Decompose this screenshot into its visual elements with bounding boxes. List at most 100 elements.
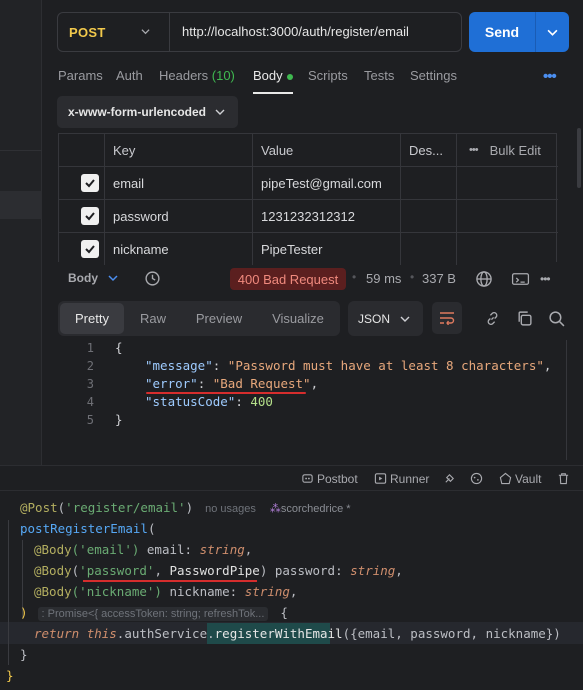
- tab-tests[interactable]: Tests: [364, 68, 394, 88]
- more-options-icon[interactable]: •••: [543, 68, 557, 85]
- pipe-class: PasswordPipe: [169, 563, 260, 578]
- chevron-down-icon[interactable]: [108, 273, 118, 283]
- row-key[interactable]: email: [105, 167, 253, 199]
- json-line-message: "message": "Password must have at least …: [145, 358, 552, 373]
- row-checkbox[interactable]: [81, 174, 99, 192]
- checkmark-icon: [85, 179, 95, 188]
- author-icon: ⁂: [269, 503, 281, 515]
- globe-icon[interactable]: [475, 270, 493, 288]
- table-row: nickname PipeTester: [59, 232, 558, 265]
- trash-icon[interactable]: [557, 472, 570, 485]
- code-string: ('nickname'): [71, 584, 162, 599]
- runner-button[interactable]: Runner: [390, 472, 429, 486]
- view-visualize[interactable]: Visualize: [262, 301, 334, 336]
- search-icon[interactable]: [548, 310, 565, 327]
- code-string: 'password': [79, 563, 155, 578]
- tab-headers[interactable]: Headers (10): [159, 68, 235, 88]
- line-number: 3: [86, 377, 94, 391]
- json-number: 400: [250, 394, 273, 409]
- author-hint[interactable]: ⁂scorchedrice *: [270, 503, 351, 515]
- code-punct: ,: [395, 563, 403, 578]
- postbot-icon: [302, 474, 313, 483]
- link-icon[interactable]: [484, 310, 501, 327]
- row-value[interactable]: pipeTest@gmail.com: [253, 167, 401, 199]
- view-pretty[interactable]: Pretty: [60, 303, 124, 334]
- code-line-3: @Body('email') email: string,: [34, 542, 252, 557]
- row-key[interactable]: nickname: [105, 233, 253, 265]
- postbot-button[interactable]: Postbot: [317, 472, 358, 486]
- response-view-tabs: Pretty Raw Preview Visualize: [58, 301, 340, 336]
- url-bar: POST http://localhost:3000/auth/register…: [57, 12, 462, 52]
- response-time: 59 ms: [366, 271, 402, 286]
- body-type-label: x-www-form-urlencoded: [68, 105, 207, 119]
- json-open-brace: {: [115, 340, 123, 355]
- json-line-status: "statusCode": 400: [145, 394, 273, 409]
- save-response-icon[interactable]: [511, 270, 530, 288]
- scrollbar[interactable]: [577, 128, 581, 188]
- separator-dot: •: [352, 270, 357, 284]
- response-size: 337 B: [422, 271, 456, 286]
- status-bar: Postbot Runner Vault: [0, 465, 583, 490]
- param-name: password:: [267, 563, 351, 578]
- send-button[interactable]: Send: [469, 12, 536, 52]
- runner-icon: [374, 473, 387, 484]
- tab-body[interactable]: Body: [253, 68, 293, 88]
- capture-icon[interactable]: [443, 472, 456, 485]
- vault-button[interactable]: Vault: [515, 472, 541, 486]
- wrap-lines-button[interactable]: [432, 302, 462, 334]
- row-value[interactable]: 1231232312312: [253, 200, 401, 232]
- row-description[interactable]: [401, 233, 457, 265]
- json-key: "error": [145, 376, 198, 391]
- side-panel-selected-item[interactable]: [0, 191, 42, 219]
- tab-headers-label: Headers: [159, 68, 209, 83]
- tab-params[interactable]: Params: [58, 68, 103, 88]
- headers-count-badge: (10): [211, 68, 235, 83]
- chevron-down-icon: [215, 109, 225, 115]
- param-name: nickname:: [161, 584, 245, 599]
- view-preview[interactable]: Preview: [184, 301, 254, 336]
- row-value[interactable]: PipeTester: [253, 233, 401, 265]
- row-description[interactable]: [401, 200, 457, 232]
- tab-auth[interactable]: Auth: [116, 68, 143, 88]
- view-raw[interactable]: Raw: [128, 301, 178, 336]
- tab-scripts[interactable]: Scripts: [308, 68, 348, 88]
- call-args: ({email, password, nickname}): [342, 626, 561, 641]
- method-label: POST: [69, 24, 106, 40]
- checkmark-icon: [85, 212, 95, 221]
- decorator: @Post: [20, 500, 58, 515]
- row-checkbox-cell: [59, 167, 105, 199]
- row-key[interactable]: password: [105, 200, 253, 232]
- bulk-edit-button[interactable]: ••• Bulk Edit: [457, 134, 558, 166]
- table-row: email pipeTest@gmail.com: [59, 166, 558, 199]
- param-name: email:: [139, 542, 200, 557]
- usages-hint[interactable]: no usages: [205, 503, 256, 515]
- url-input[interactable]: http://localhost:3000/auth/register/emai…: [182, 24, 409, 39]
- author-name: scorchedrice *: [280, 503, 351, 515]
- tab-settings[interactable]: Settings: [410, 68, 457, 88]
- copy-icon[interactable]: [516, 310, 533, 327]
- code-line-6: ) : Promise<{ accessToken: string; refres…: [20, 605, 288, 621]
- send-options-button[interactable]: [536, 12, 569, 52]
- format-select[interactable]: JSON: [348, 301, 423, 336]
- response-body-select[interactable]: Body: [68, 271, 98, 285]
- json-close-brace: }: [115, 412, 123, 427]
- param-type: string: [244, 584, 290, 599]
- code-punct: }: [6, 668, 14, 683]
- row-checkbox[interactable]: [81, 207, 99, 225]
- cookie-icon[interactable]: [470, 472, 483, 485]
- method-select[interactable]: POST: [58, 13, 170, 51]
- response-more-icon[interactable]: •••: [540, 272, 551, 286]
- format-label: JSON: [358, 311, 391, 326]
- row-description[interactable]: [401, 167, 457, 199]
- code-punct: ): [20, 605, 28, 620]
- return-type-hint[interactable]: : Promise<{ accessToken: string; refresh…: [37, 607, 269, 621]
- row-checkbox[interactable]: [81, 240, 99, 258]
- body-type-select[interactable]: x-www-form-urlencoded: [57, 96, 238, 128]
- response-divider: [566, 340, 567, 460]
- wrap-icon: [440, 312, 455, 325]
- route-string: 'register/email': [65, 500, 186, 515]
- json-string: "Bad Request": [212, 376, 311, 391]
- code-punct: }: [20, 647, 28, 662]
- history-icon[interactable]: [144, 270, 161, 287]
- json-key: "message": [145, 358, 213, 373]
